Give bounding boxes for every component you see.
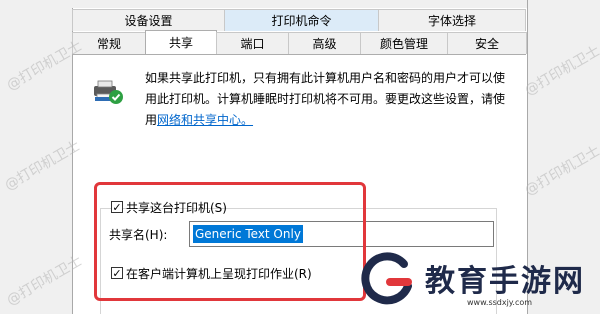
logo-text: 教育手游网	[425, 264, 585, 299]
tab-device-settings[interactable]: 设备设置	[72, 9, 225, 31]
watermark-2: @打印机卫士	[2, 137, 83, 194]
network-sharing-center-link[interactable]: 网络和共享中心。	[157, 113, 253, 127]
tab-color-management[interactable]: 颜色管理	[360, 32, 448, 54]
tab-printer-commands[interactable]: 打印机命令	[224, 9, 379, 31]
logo-url: www.ssdxjy.com	[467, 298, 533, 307]
tab-ports[interactable]: 端口	[216, 32, 289, 54]
title-strip	[72, 0, 527, 8]
tab-advanced[interactable]: 高级	[288, 32, 361, 54]
tab-security[interactable]: 安全	[447, 32, 527, 54]
description-line-1: 如果共享此打印机，只有拥有此计算机用户名和密码的用户才可以使	[145, 71, 506, 85]
logo-g-icon	[361, 252, 412, 305]
description-line-2: 用此打印机。计算机睡眠时打印机将不可用。要更改这些设置，请使	[145, 92, 506, 106]
tab-font-selection[interactable]: 字体选择	[378, 9, 526, 31]
tab-sharing[interactable]: 共享	[145, 30, 217, 54]
highlight-annotation-box	[94, 182, 366, 301]
tab-row-top: 设备设置 打印机命令 字体选择	[72, 9, 526, 31]
tab-row-bottom: 常规 共享 端口 高级 颜色管理 安全	[72, 30, 527, 54]
shared-printer-icon	[94, 80, 123, 104]
site-logo: 教育手游网 www.ssdxjy.com	[355, 250, 600, 314]
description-line-3: 用	[145, 113, 158, 127]
sharing-description: 如果共享此打印机，只有拥有此计算机用户名和密码的用户才可以使 用此打印机。计算机…	[145, 68, 515, 131]
